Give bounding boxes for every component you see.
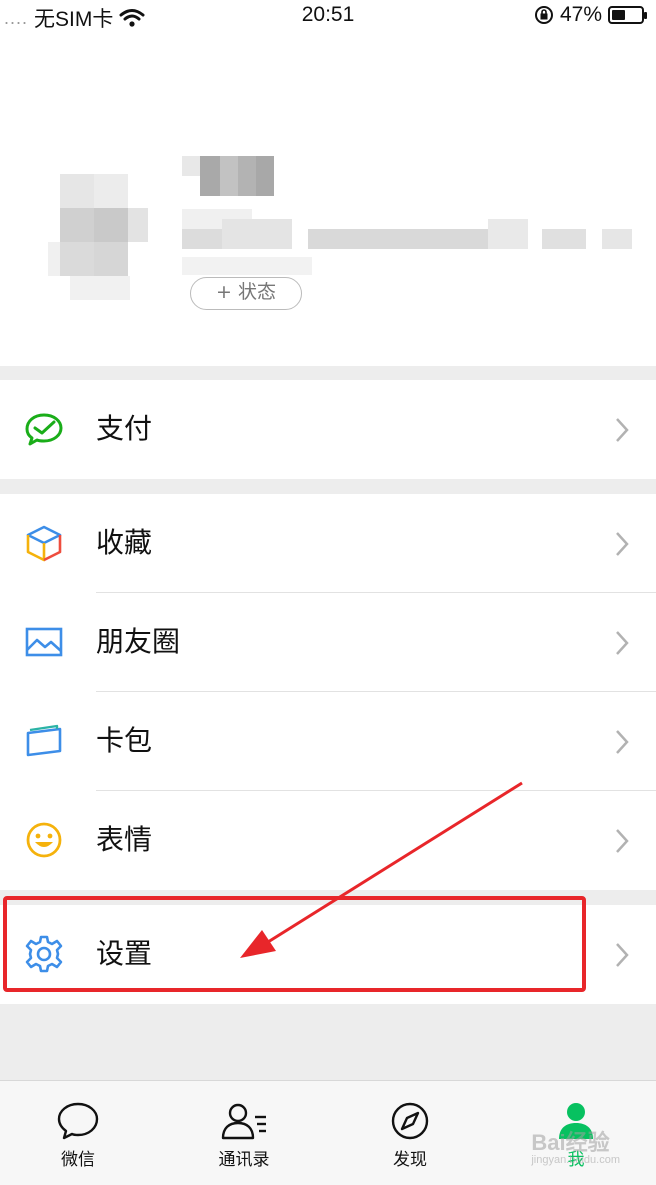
contacts-icon (221, 1103, 266, 1140)
watermark-url: jingyan.baidu.com (531, 1154, 620, 1166)
moments-picture-icon (25, 627, 63, 657)
wechat-id-blurred (182, 209, 637, 275)
battery-percent: 47% (559, 3, 602, 26)
profile-header[interactable]: + 状态 (0, 34, 656, 366)
compass-icon (391, 1102, 429, 1140)
avatar[interactable] (48, 174, 148, 304)
features-group: 收藏 朋友圈 卡包 表情 (0, 494, 656, 890)
nickname-blurred (182, 156, 277, 196)
menu-item-label: 收藏 (96, 526, 153, 559)
watermark-brand: Bai经验 (531, 1130, 610, 1155)
battery-icon (608, 6, 647, 24)
menu-item-label: 支付 (96, 412, 153, 445)
tab-discover[interactable]: 发现 (355, 1101, 465, 1170)
wechat-pay-icon (25, 413, 63, 446)
pay-group: 支付 (0, 380, 656, 479)
tab-contacts[interactable]: 通讯录 (189, 1101, 299, 1170)
chevron-right-icon (616, 829, 629, 853)
menu-item-card-wallet[interactable]: 卡包 (0, 692, 656, 791)
menu-item-pay[interactable]: 支付 (0, 380, 656, 479)
chevron-right-icon (616, 730, 629, 754)
smiley-icon (26, 822, 62, 858)
settings-highlight-box (3, 896, 586, 992)
chevron-right-icon (616, 418, 629, 442)
baidu-watermark: Bai经验 jingyan.baidu.com (531, 1125, 620, 1166)
menu-item-label: 表情 (96, 823, 153, 856)
tab-label: 通讯录 (218, 1150, 270, 1170)
status-bar: .... 无SIM卡 20:51 47% (0, 0, 656, 34)
menu-item-favorites[interactable]: 收藏 (0, 494, 656, 593)
menu-item-moments[interactable]: 朋友圈 (0, 593, 656, 692)
chevron-right-icon (616, 532, 629, 556)
tab-label: 发现 (393, 1150, 427, 1170)
menu-item-label: 卡包 (96, 724, 153, 757)
card-wallet-icon (26, 724, 62, 757)
favorites-cube-icon (26, 525, 62, 562)
status-right: 47% (534, 3, 647, 27)
chevron-right-icon (616, 631, 629, 655)
chevron-right-icon (616, 943, 629, 967)
orientation-lock-icon (534, 6, 553, 24)
menu-item-stickers[interactable]: 表情 (0, 791, 656, 890)
menu-item-label: 朋友圈 (96, 625, 181, 658)
add-status-button[interactable]: + 状态 (190, 277, 302, 310)
chat-bubble-icon (57, 1102, 99, 1140)
tab-chats[interactable]: 微信 (23, 1101, 133, 1170)
tab-label: 微信 (61, 1150, 95, 1170)
